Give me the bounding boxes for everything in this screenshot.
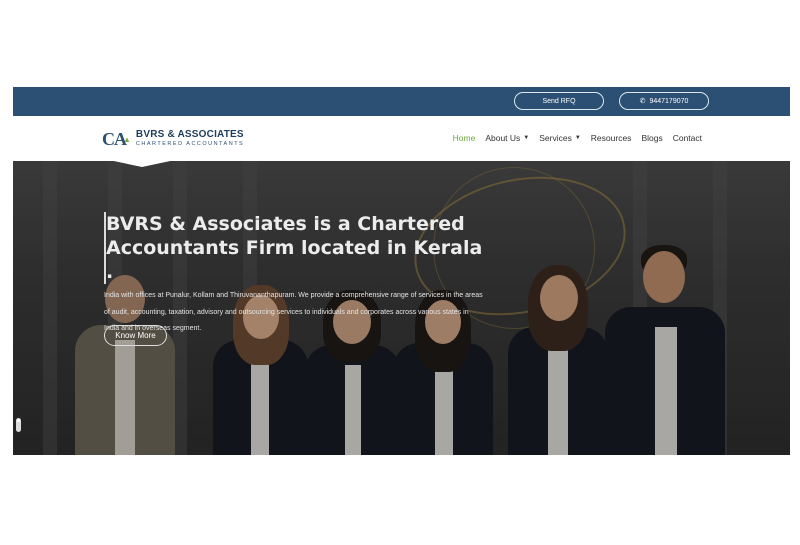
nav-item-label: Home xyxy=(452,133,476,143)
hero-banner: BVRS & Associates is a Chartered Account… xyxy=(13,161,790,455)
hero-title-line-1: BVRS & Associates is a Chartered xyxy=(106,213,465,235)
nav-item-home[interactable]: Home xyxy=(453,133,476,143)
nav-menu: Home About Us ▼ Services ▼ Resources Blo… xyxy=(453,133,702,143)
nav-item-label: About Us xyxy=(485,133,521,143)
know-more-label: Know More xyxy=(115,331,156,340)
logo-notch xyxy=(109,160,175,167)
phone-icon: ✆ xyxy=(639,98,646,105)
main-navbar: CA▲ BVRS & ASSOCIATES CHARTERED ACCOUNTA… xyxy=(13,116,790,161)
send-rfq-button[interactable]: Send RFQ xyxy=(514,92,604,110)
nav-item-services[interactable]: Services ▼ xyxy=(539,133,581,143)
scroll-indicator[interactable] xyxy=(16,418,21,432)
logo-mark: CA▲ xyxy=(102,130,131,148)
top-bar: Send RFQ ✆ 9447179070 xyxy=(13,87,790,116)
know-more-button[interactable]: Know More xyxy=(104,325,167,346)
phone-number: 9447179070 xyxy=(649,97,689,105)
logo-subtitle: CHARTERED ACCOUNTANTS xyxy=(135,141,245,147)
phone-button[interactable]: ✆ 9447179070 xyxy=(619,92,709,110)
nav-item-label: Contact xyxy=(672,133,702,143)
nav-item-blogs[interactable]: Blogs xyxy=(641,133,662,143)
nav-item-resources[interactable]: Resources xyxy=(591,133,632,143)
nav-item-contact[interactable]: Contact xyxy=(673,133,702,143)
logo-text: BVRS & ASSOCIATES CHARTERED ACCOUNTANTS xyxy=(136,129,244,148)
caret-down-icon: ▼ xyxy=(574,135,581,141)
nav-item-label: Blogs xyxy=(641,133,663,143)
hero-title-line-2: Accountants Firm located in Kerala . xyxy=(106,237,483,283)
hero-text-block: BVRS & Associates is a Chartered Account… xyxy=(104,212,484,338)
site-logo[interactable]: CA▲ BVRS & ASSOCIATES CHARTERED ACCOUNTA… xyxy=(102,129,244,148)
logo-triangle-icon: ▲ xyxy=(123,135,131,145)
logo-title: BVRS & ASSOCIATES xyxy=(135,129,244,140)
browser-page: Send RFQ ✆ 9447179070 CA▲ BVRS & ASSOCIA… xyxy=(13,87,790,455)
caret-down-icon: ▼ xyxy=(523,135,530,141)
hero-title: BVRS & Associates is a Chartered Account… xyxy=(104,212,484,284)
nav-item-label: Services xyxy=(539,133,572,143)
nav-item-about-us[interactable]: About Us ▼ xyxy=(485,133,529,143)
nav-item-label: Resources xyxy=(590,133,632,143)
send-rfq-label: Send RFQ xyxy=(542,97,576,105)
